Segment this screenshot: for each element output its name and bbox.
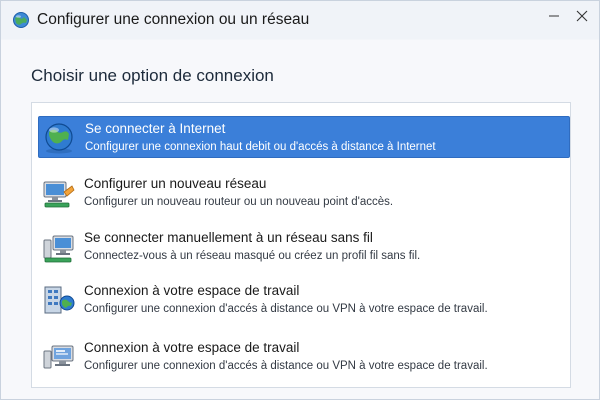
globe-icon (41, 121, 77, 155)
new-network-icon (40, 176, 76, 210)
option-workplace-dialup-vpn[interactable]: Connexion à votre espace de travail Conf… (38, 279, 570, 321)
option-description: Configurer une connexion d'accés à dista… (84, 360, 488, 372)
option-description: Connectez-vous à un réseau masqué ou cré… (84, 250, 421, 262)
dialog-window: Configurer une connexion ou un réseau Ch… (0, 0, 600, 400)
wireless-computer-icon (40, 230, 76, 264)
option-title: Connexion à votre espace de travail (84, 283, 300, 298)
option-manual-wireless[interactable]: Se connecter manuellement à un réseau sa… (38, 226, 570, 268)
option-title: Connexion à votre espace de travail (84, 340, 300, 355)
workplace-building-icon (40, 283, 76, 317)
minimize-button[interactable] (539, 5, 569, 31)
option-connect-internet[interactable]: Se connecter à Internet Configurer une c… (38, 116, 570, 158)
option-description: Configurer une connexion d'accés à dista… (84, 303, 488, 315)
option-description: Configurer une connexion haut debit ou d… (85, 141, 436, 153)
dialog-content: Choisir une option de connexion Se conne… (1, 40, 599, 399)
title-bar[interactable]: Configurer une connexion ou un réseau (1, 1, 599, 39)
option-description: Configurer un nouveau routeur ou un nouv… (84, 196, 394, 208)
workplace-monitor-icon (40, 340, 76, 374)
window-title: Configurer une connexion ou un réseau (37, 11, 310, 28)
option-title: Configurer un nouveau réseau (84, 176, 267, 191)
option-title: Se connecter à Internet (85, 121, 226, 136)
minimize-icon (548, 9, 560, 27)
network-globe-icon (12, 11, 30, 29)
option-new-network[interactable]: Configurer un nouveau réseau Configurer … (38, 172, 570, 214)
connection-options-list: Se connecter à Internet Configurer une c… (31, 102, 571, 388)
option-workplace-remote[interactable]: Connexion à votre espace de travail Conf… (38, 336, 570, 378)
close-icon (576, 9, 588, 27)
page-title: Choisir une option de connexion (31, 66, 274, 85)
close-button[interactable] (567, 5, 597, 31)
option-title: Se connecter manuellement à un réseau sa… (84, 230, 373, 245)
